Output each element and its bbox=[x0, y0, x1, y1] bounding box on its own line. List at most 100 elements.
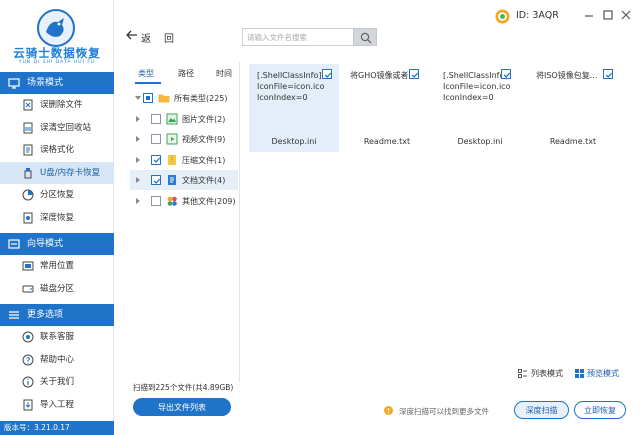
sidebar-item[interactable]: 误格式化 bbox=[0, 139, 114, 161]
tab-type[interactable]: 类型 bbox=[138, 68, 154, 79]
sidebar-item-label: U盘/内存卡恢复 bbox=[40, 167, 101, 178]
user-id: ID: 3AQR bbox=[516, 10, 559, 21]
sidebar: 云骑士数据恢复 YUN QI SHI DATA HUI FU 场景模式误删除文件… bbox=[0, 0, 114, 435]
logo-subtitle: YUN QI SHI DATA HUI FU bbox=[18, 60, 96, 65]
info-icon bbox=[22, 376, 34, 388]
back-button[interactable]: 返 bbox=[141, 30, 151, 45]
expand-arrow-icon[interactable] bbox=[135, 115, 141, 123]
sidebar-item-label: 磁盘分区 bbox=[40, 283, 75, 294]
tree-row-label: 压缩文件(1) bbox=[182, 155, 226, 165]
file-checkbox[interactable] bbox=[501, 69, 511, 79]
section-header-2: 更多选项 bbox=[0, 304, 114, 326]
file-checkbox[interactable] bbox=[322, 69, 332, 79]
section-header-1: 向导模式 bbox=[0, 233, 114, 255]
section-title: 向导模式 bbox=[27, 239, 64, 249]
tree-checkbox[interactable] bbox=[143, 93, 153, 103]
preview-view-icon[interactable] bbox=[575, 369, 584, 378]
tree-row[interactable]: 所有类型(225) bbox=[130, 88, 238, 108]
tree-row[interactable]: 压缩文件(1) bbox=[130, 150, 238, 170]
active-tab-indicator bbox=[135, 82, 161, 84]
sidebar-item-label: 误格式化 bbox=[40, 145, 75, 155]
section-title: 更多选项 bbox=[27, 310, 64, 320]
sidebar-item[interactable]: U盘/内存卡恢复 bbox=[0, 161, 114, 184]
return-button[interactable]: 回 bbox=[164, 30, 174, 45]
back-arrow-icon[interactable] bbox=[126, 29, 138, 41]
format-icon bbox=[23, 144, 33, 156]
sidebar-item[interactable]: 导入工程 bbox=[0, 394, 114, 416]
checkmark-icon bbox=[153, 157, 160, 163]
section-header-0: 场景模式 bbox=[0, 72, 114, 94]
tree-row-label: 其他文件(209) bbox=[182, 196, 236, 206]
search-button[interactable] bbox=[353, 28, 377, 46]
section-title: 场景模式 bbox=[27, 78, 64, 88]
collapse-arrow-icon[interactable] bbox=[135, 94, 141, 102]
tree-checkbox[interactable] bbox=[151, 195, 161, 206]
sidebar-item-label: 联系客服 bbox=[40, 332, 75, 342]
file-name: Desktop.ini bbox=[271, 137, 317, 146]
archive-file-icon bbox=[168, 154, 176, 165]
list-view-button[interactable]: 列表模式 bbox=[531, 368, 563, 379]
sidebar-item[interactable]: 误删除文件 bbox=[0, 94, 114, 116]
tree-row[interactable]: 视频文件(9) bbox=[130, 129, 238, 149]
tree-row-label: 所有类型(225) bbox=[174, 94, 228, 103]
sidebar-item[interactable]: 关于我们 bbox=[0, 371, 114, 393]
recycle-bin-icon bbox=[23, 122, 33, 133]
sidebar-item[interactable]: 分区恢复 bbox=[0, 184, 114, 206]
guide-icon bbox=[8, 239, 20, 249]
checkmark-icon bbox=[411, 72, 418, 78]
file-name: Readme.txt bbox=[549, 137, 597, 146]
sidebar-item[interactable]: 深度恢复 bbox=[0, 207, 114, 229]
file-checkbox[interactable] bbox=[409, 69, 419, 79]
file-type-tree: 类型 路径 时间 所有类型(225) 图片文件(2) 视频文件(9) 压缩文件(1) 文… bbox=[130, 62, 238, 382]
folder-icon bbox=[158, 94, 170, 103]
usb-icon bbox=[24, 167, 32, 178]
tree-row[interactable]: 文档文件(4) bbox=[130, 170, 238, 190]
search-icon bbox=[360, 32, 372, 44]
video-file-icon bbox=[166, 133, 178, 145]
logo: 云骑士数据恢复 YUN QI SHI DATA HUI FU bbox=[0, 0, 114, 72]
expand-arrow-icon[interactable] bbox=[135, 197, 141, 205]
tree-checkbox[interactable] bbox=[151, 134, 161, 144]
location-icon bbox=[22, 261, 34, 271]
sidebar-item[interactable]: 帮助中心 bbox=[0, 349, 114, 371]
file-checkbox[interactable] bbox=[603, 69, 613, 79]
minimize-icon[interactable] bbox=[583, 9, 595, 21]
close-icon[interactable] bbox=[620, 9, 632, 21]
file-name: Desktop.ini bbox=[457, 137, 503, 146]
sidebar-item[interactable]: 磁盘分区 bbox=[0, 278, 114, 300]
warning-icon bbox=[384, 406, 393, 415]
file-card[interactable]: 将ISO镜像包复... Readme.txt bbox=[528, 64, 618, 152]
checkmark-icon bbox=[503, 72, 510, 78]
tree-row[interactable]: 图片文件(2) bbox=[130, 109, 238, 129]
partition-icon bbox=[22, 189, 34, 201]
tree-row-label: 视频文件(9) bbox=[182, 135, 226, 144]
search-input[interactable] bbox=[242, 28, 354, 46]
expand-arrow-icon[interactable] bbox=[135, 135, 141, 143]
tree-checkbox[interactable] bbox=[151, 154, 161, 165]
expand-arrow-icon[interactable] bbox=[135, 176, 141, 184]
tab-time[interactable]: 时间 bbox=[216, 68, 232, 79]
preview-view-button[interactable]: 预览模式 bbox=[587, 368, 619, 379]
tab-path[interactable]: 路径 bbox=[178, 68, 194, 79]
sidebar-item[interactable]: 联系客服 bbox=[0, 326, 114, 348]
export-file-list-button[interactable]: 导出文件列表 bbox=[133, 398, 231, 416]
checkmark-icon bbox=[153, 178, 160, 184]
tree-row[interactable]: 其他文件(209) bbox=[130, 191, 238, 211]
deep-scan-button[interactable]: 深度扫描 bbox=[514, 401, 569, 419]
expand-arrow-icon[interactable] bbox=[135, 156, 141, 164]
tree-tabs: 类型 路径 时间 bbox=[130, 62, 238, 84]
panel-divider bbox=[239, 62, 240, 382]
sidebar-item[interactable]: 误清空回收站 bbox=[0, 117, 114, 139]
file-card[interactable]: [.ShellClassInfo] IconFile=icon.ico Icon… bbox=[249, 64, 339, 152]
file-card[interactable]: [.ShellClassInfo] IconFile=icon.ico Icon… bbox=[435, 64, 525, 152]
tree-checkbox[interactable] bbox=[151, 175, 161, 185]
document-file-icon bbox=[168, 175, 176, 185]
list-view-icon[interactable] bbox=[518, 369, 527, 378]
image-file-icon bbox=[166, 113, 178, 124]
sidebar-item[interactable]: 常用位置 bbox=[0, 255, 114, 277]
tree-checkbox[interactable] bbox=[151, 113, 161, 124]
maximize-icon[interactable] bbox=[602, 9, 614, 21]
file-card[interactable]: 将GHO镜像或者... Readme.txt bbox=[342, 64, 432, 152]
file-name: Readme.txt bbox=[363, 137, 411, 146]
recover-now-button[interactable]: 立即恢复 bbox=[574, 401, 626, 419]
